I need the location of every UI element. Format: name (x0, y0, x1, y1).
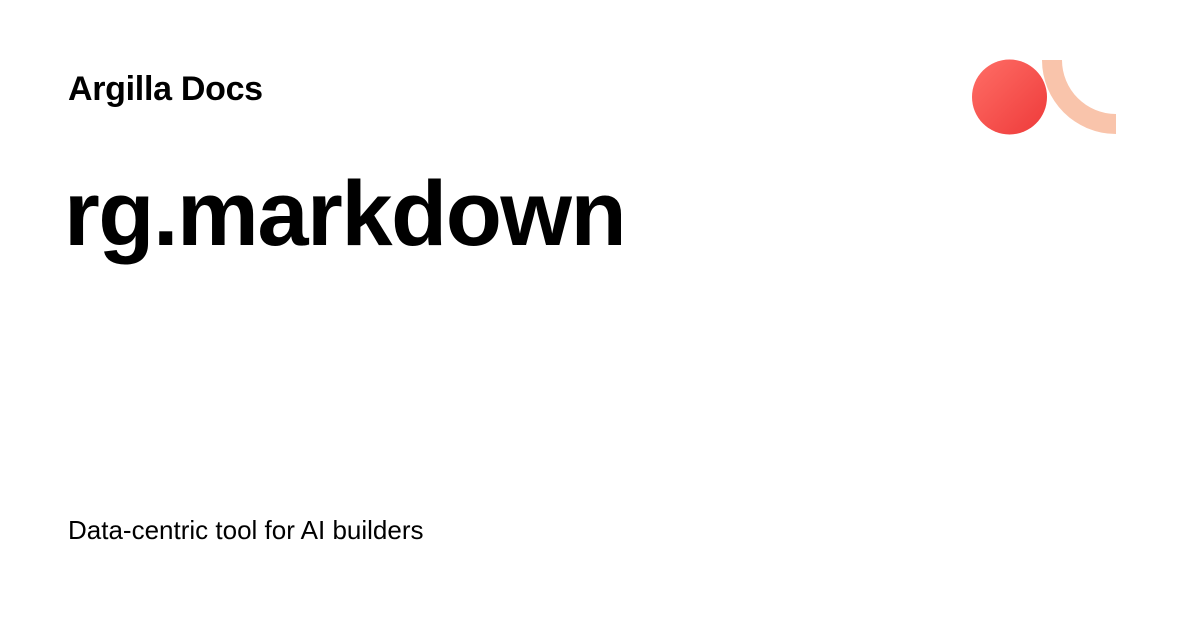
argilla-logo-icon (972, 59, 1116, 135)
logo-arc-shape (1042, 60, 1116, 134)
logo-circle-shape (972, 59, 1047, 135)
page-title: rg.markdown (64, 163, 627, 265)
site-name: Argilla Docs (68, 70, 263, 108)
site-description: Data-centric tool for AI builders (68, 515, 424, 545)
social-card: Argilla Docs rg.markdown Data-centric to… (0, 0, 1200, 630)
